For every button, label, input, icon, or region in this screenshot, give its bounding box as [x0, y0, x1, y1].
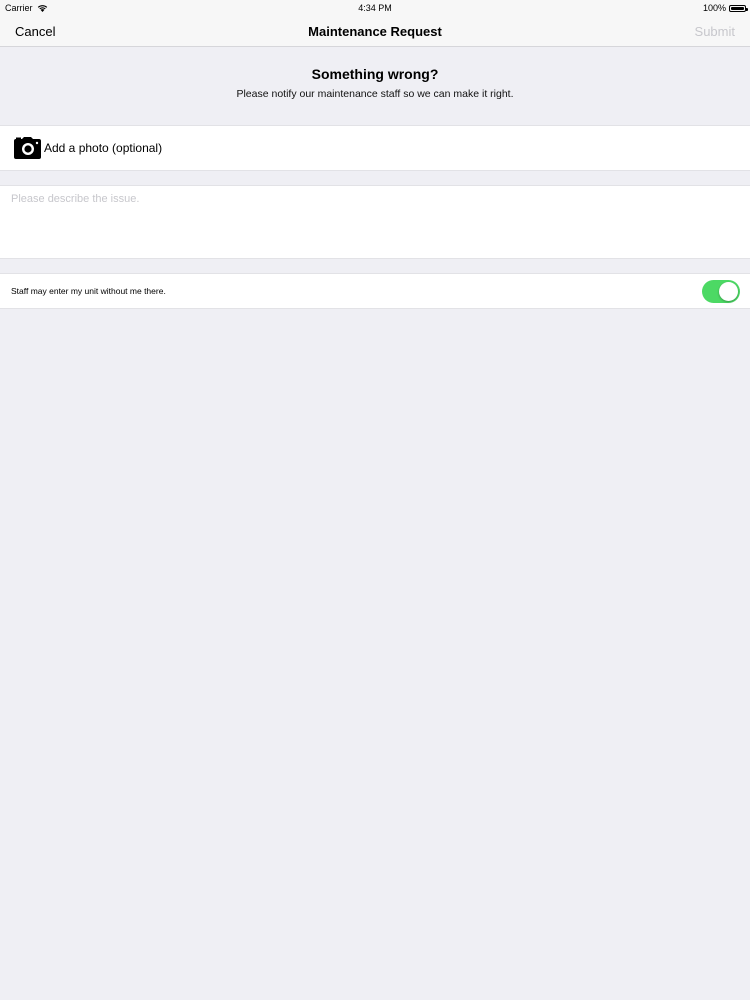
add-photo-label: Add a photo (optional) — [44, 141, 163, 155]
toggle-knob — [719, 281, 738, 301]
issue-description-box — [0, 185, 750, 259]
camera-icon — [14, 137, 41, 159]
status-time: 4:34 PM — [358, 3, 392, 13]
page-title: Maintenance Request — [308, 24, 442, 39]
battery-fill — [731, 6, 744, 10]
permission-label: Staff may enter my unit without me there… — [11, 286, 166, 296]
permission-row: Staff may enter my unit without me there… — [0, 273, 750, 309]
status-bar: Carrier 4:34 PM 100% — [0, 0, 750, 16]
issue-description-input[interactable] — [0, 186, 750, 258]
intro-header: Something wrong? Please notify our maint… — [0, 66, 750, 100]
add-photo-button[interactable]: Add a photo (optional) — [0, 125, 750, 171]
navigation-bar: Cancel Maintenance Request Submit — [0, 16, 750, 47]
status-right: 100% — [702, 3, 748, 13]
permission-toggle[interactable] — [702, 279, 740, 303]
intro-title: Something wrong? — [311, 66, 439, 82]
submit-button[interactable]: Submit — [695, 24, 735, 39]
intro-subtitle: Please notify our maintenance staff so w… — [236, 88, 514, 100]
battery-icon — [729, 4, 748, 12]
battery-percent: 100% — [702, 3, 726, 13]
